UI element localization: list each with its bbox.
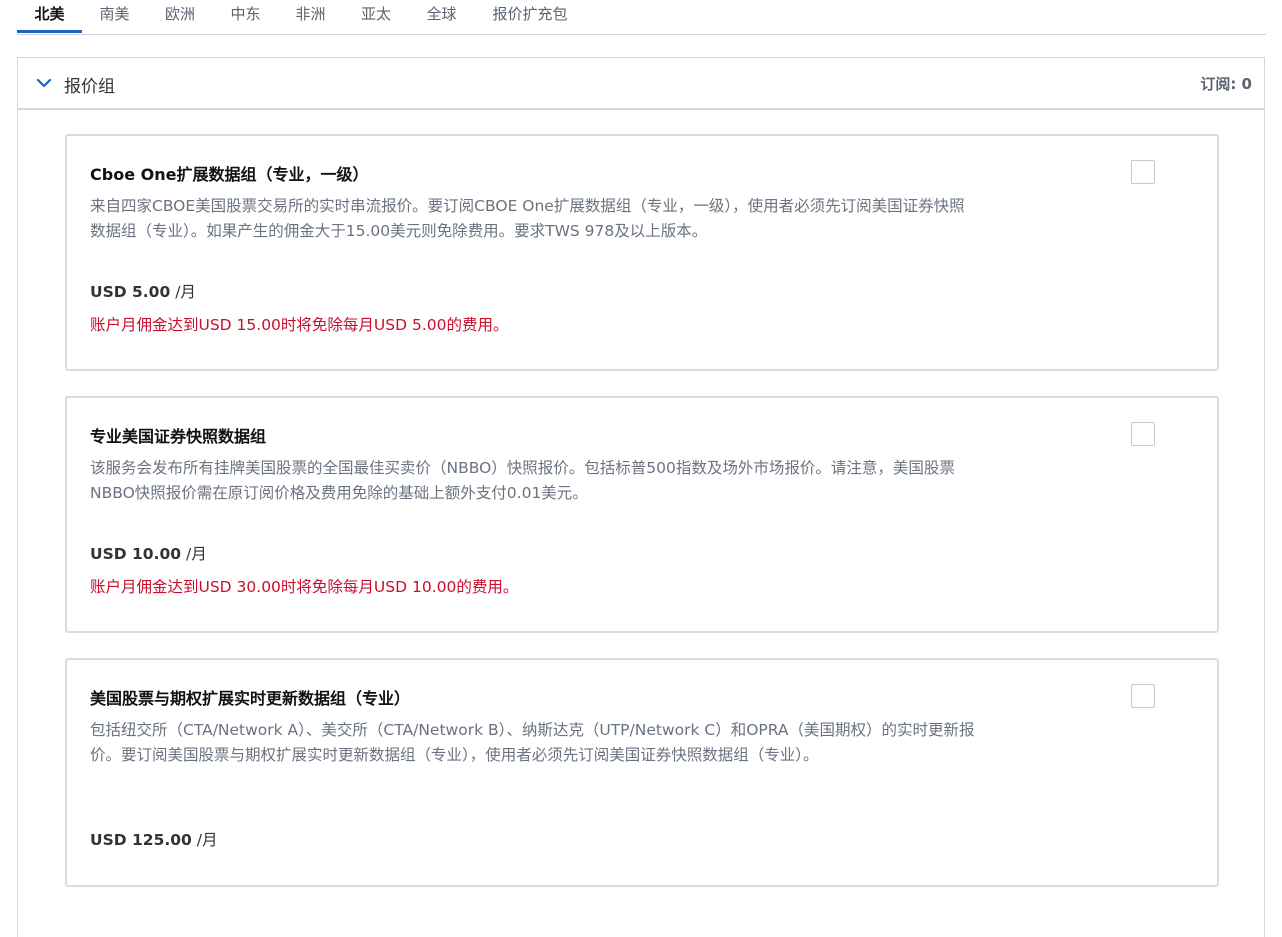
price-unit: /月 [196, 831, 218, 849]
card-description: 该服务会发布所有挂牌美国股票的全国最佳买卖价（NBBO）快照报价。包括标普500… [90, 459, 955, 502]
price-unit: /月 [175, 283, 196, 301]
price-unit: /月 [185, 545, 207, 563]
panel-header-toggle[interactable]: 报价组 订阅: 0 [18, 58, 1264, 110]
quote-card: Cboe One扩展数据组（专业，一级） 来自四家CBOE美国股票交易所的实时串… [65, 134, 1219, 371]
panel-title: 报价组 [64, 77, 115, 97]
quote-card: 美国股票与期权扩展实时更新数据组（专业） 包括纽交所（CTA/Network A… [65, 658, 1219, 887]
tab-middle-east[interactable]: 中东 [213, 3, 278, 33]
tab-global[interactable]: 全球 [409, 3, 474, 33]
card-price: USD 5.00 /月 [90, 280, 196, 302]
tab-north-america[interactable]: 北美 [17, 3, 82, 33]
card-title: 专业美国证券快照数据组 [90, 427, 267, 446]
subscription-count: 订阅: 0 [1200, 75, 1252, 93]
tab-south-america[interactable]: 南美 [82, 3, 147, 33]
tab-europe[interactable]: 欧洲 [147, 3, 213, 33]
price-amount: USD 125.00 [90, 831, 192, 849]
card-price: USD 125.00 /月 [90, 828, 218, 850]
region-tabs: 北美 南美 欧洲 中东 非洲 亚太 全球 报价扩充包 [17, 0, 1266, 35]
card-description: 来自四家CBOE美国股票交易所的实时串流报价。要订阅CBOE One扩展数据组（… [90, 197, 965, 240]
card-title: 美国股票与期权扩展实时更新数据组（专业） [90, 689, 411, 708]
subscribe-checkbox[interactable] [1131, 684, 1155, 708]
tab-asia-pacific[interactable]: 亚太 [343, 3, 409, 33]
subscribe-checkbox[interactable] [1131, 422, 1155, 446]
fee-waiver-note: 账户月佣金达到USD 30.00时将免除每月USD 10.00的费用。 [90, 578, 519, 596]
card-title: Cboe One扩展数据组（专业，一级） [90, 165, 369, 184]
tab-quote-booster[interactable]: 报价扩充包 [474, 3, 586, 33]
tab-africa[interactable]: 非洲 [278, 3, 343, 33]
card-description: 包括纽交所（CTA/Network A）、美交所（CTA/Network B）、… [90, 721, 975, 764]
price-amount: USD 10.00 [90, 545, 182, 563]
subscribe-checkbox[interactable] [1131, 160, 1155, 184]
card-price: USD 10.00 /月 [90, 542, 207, 564]
quote-group-panel: 报价组 订阅: 0 Cboe One扩展数据组（专业，一级） 来自四家CBOE美… [17, 57, 1265, 937]
fee-waiver-note: 账户月佣金达到USD 15.00时将免除每月USD 5.00的费用。 [90, 316, 509, 334]
price-amount: USD 5.00 [90, 283, 171, 301]
quote-card: 专业美国证券快照数据组 该服务会发布所有挂牌美国股票的全国最佳买卖价（NBBO）… [65, 396, 1219, 633]
chevron-down-icon[interactable] [36, 78, 52, 88]
